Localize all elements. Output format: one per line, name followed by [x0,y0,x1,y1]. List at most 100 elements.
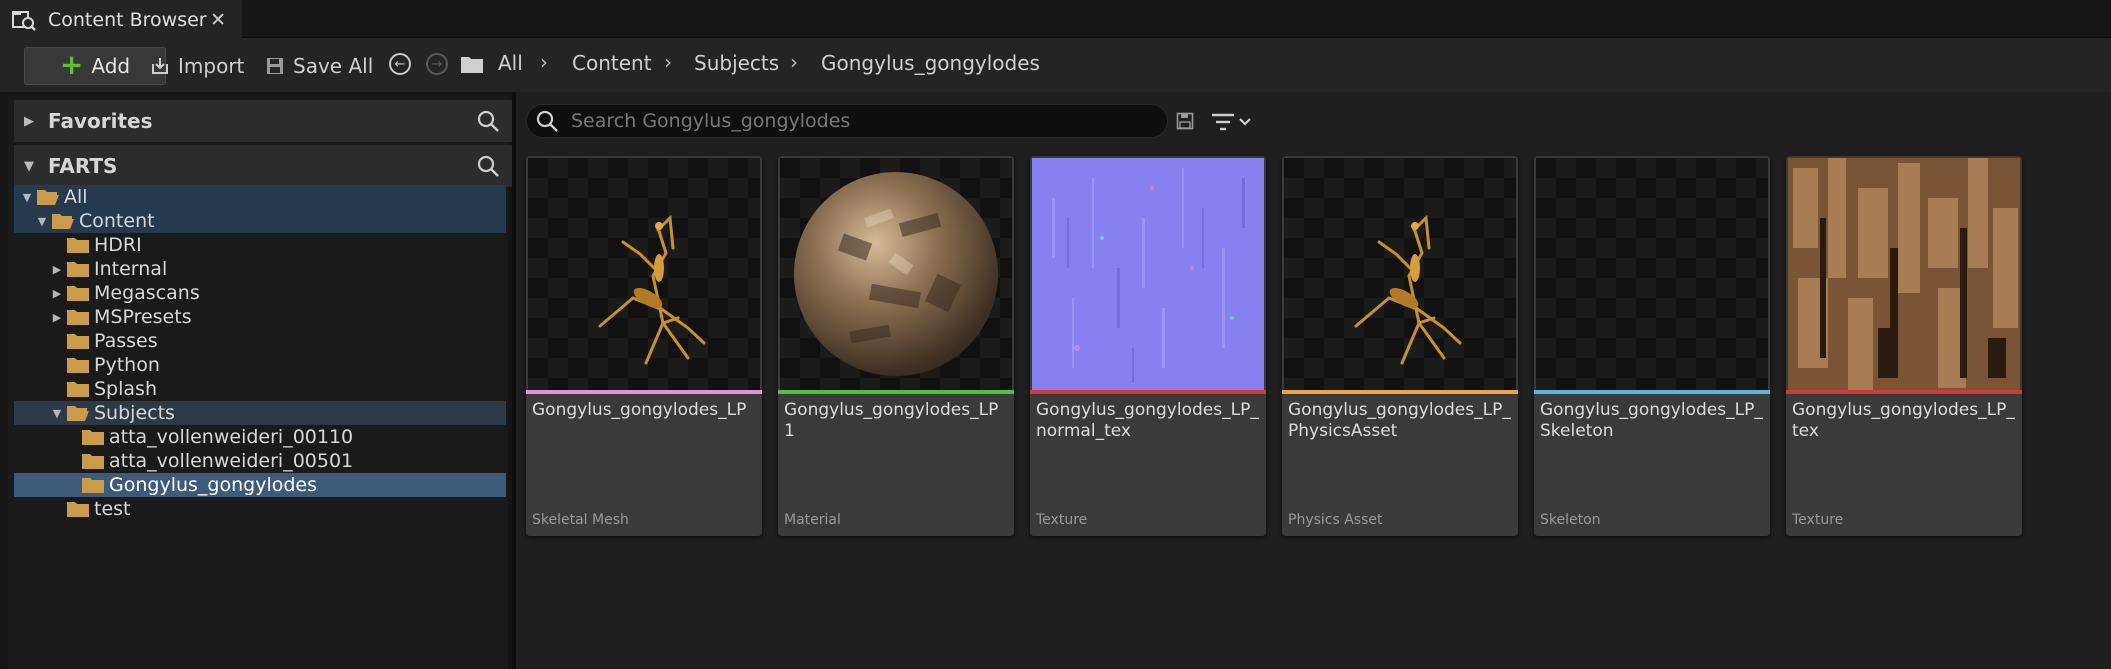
asset-type-color-strip [1534,390,1770,394]
asset-type: Texture [1792,512,1844,528]
asset-tile[interactable]: Gongylus_gongylodes_LP1 Material [778,156,1014,536]
chevron-right-icon: › [790,50,798,74]
tree-item-label: Megascans [94,282,200,304]
search-icon[interactable] [476,154,500,178]
search-icon [536,110,558,132]
caret-right-icon: ▶ [24,113,34,129]
tree-item[interactable]: ▼ Subjects [14,401,506,425]
folder-icon [67,502,89,517]
asset-tile[interactable]: Gongylus_gongylodes_LP_PhysicsAsset Physi… [1282,156,1518,536]
asset-tile[interactable]: Gongylus_gongylodes_LP_normal_tex Texture [1030,156,1266,536]
tree-item[interactable]: ▼ All [14,185,506,209]
caret-down-icon[interactable]: ▼ [48,407,66,420]
asset-name: Gongylus_gongylodes_LP_Skeleton [1540,400,1763,441]
tree-item[interactable]: ▶ Megascans [14,281,506,305]
tree-item[interactable]: Gongylus_gongylodes [14,473,506,497]
asset-name: Gongylus_gongylodes_LP1 [784,400,999,441]
caret-right-icon[interactable]: ▶ [48,263,66,276]
import-button-label: Import [178,54,245,78]
tree-item-label: MSPresets [94,306,192,328]
filter-icon[interactable] [1210,110,1256,134]
caret-right-icon[interactable]: ▶ [48,311,66,324]
tree-item[interactable]: ▶ MSPresets [14,305,506,329]
breadcrumb-all[interactable]: All [498,51,523,75]
search-icon[interactable] [476,109,500,133]
folder-open-icon [67,406,89,421]
asset-type: Skeletal Mesh [532,512,629,528]
tree-item[interactable]: Passes [14,329,506,353]
asset-name: Gongylus_gongylodes_LP_PhysicsAsset [1288,400,1511,441]
tree-item[interactable]: test [14,497,506,521]
tree-item[interactable]: atta_vollenweideri_00110 [14,425,506,449]
asset-type: Physics Asset [1288,512,1383,528]
mantis-thumbnail-icon [1354,214,1462,365]
caret-down-icon[interactable]: ▼ [33,215,51,228]
tree-item-label: Gongylus_gongylodes [109,474,317,496]
tree-item[interactable]: atta_vollenweideri_00501 [14,449,506,473]
tree-item-label: Internal [94,258,168,280]
folder-icon [67,358,89,373]
toolbar: + Add Import Save All ← → All › Content … [0,38,2111,92]
asset-type-color-strip [1282,390,1518,394]
caret-down-icon: ▼ [24,158,34,174]
arrow-right-icon: → [431,56,443,72]
save-search-icon[interactable] [1176,112,1194,130]
sources-panel: ▶ Favorites ▼ FARTS ▼ All ▼ Content HDRI ▶ Int… [8,96,514,669]
asset-type: Texture [1036,512,1088,528]
tab-bar: Content Browser ✕ [0,0,2111,38]
plus-icon: + [59,47,84,81]
asset-thumbnail [1284,158,1516,390]
tree-item[interactable]: ▼ Content [14,209,506,233]
breadcrumb-content[interactable]: Content [572,51,652,75]
asset-type-color-strip [778,390,1014,394]
asset-name: Gongylus_gongylodes_LP [532,400,747,420]
tree-item-label: Python [94,354,160,376]
caret-right-icon[interactable]: ▶ [48,287,66,300]
breadcrumb-subjects[interactable]: Subjects [694,51,779,75]
caret-down-icon[interactable]: ▼ [18,191,36,204]
favorites-header[interactable]: ▶ Favorites [14,100,514,142]
tree-item[interactable]: ▶ Internal [14,257,506,281]
asset-view: Gongylus_gongylodes_LPSkeletal MeshGongy… [516,92,2111,669]
folder-icon [67,310,89,325]
asset-type-color-strip [1030,390,1266,394]
texture-thumbnail-icon [1788,158,2020,390]
add-button[interactable]: + Add [24,47,166,85]
back-button[interactable]: ← [389,53,411,75]
save-all-button[interactable]: Save All [265,49,373,83]
folder-open-icon [52,214,74,229]
search-input[interactable] [569,109,1149,133]
add-button-label: Add [91,54,131,78]
tab-title: Content Browser [48,9,207,31]
tree-item[interactable]: HDRI [14,233,506,257]
content-browser-tab[interactable]: Content Browser ✕ [0,0,242,38]
asset-type: Skeleton [1540,512,1601,528]
tree-item[interactable]: Python [14,353,506,377]
chevron-right-icon: › [540,50,548,74]
tree-item[interactable]: Splash [14,377,506,401]
folder-icon [67,286,89,301]
asset-thumbnail [780,158,1012,390]
arrow-left-icon: ← [394,56,406,72]
asset-name: Gongylus_gongylodes_LP_tex [1792,400,2015,441]
breadcrumb-gongylus[interactable]: Gongylus_gongylodes [821,51,1040,75]
tree-item-label: Splash [94,378,157,400]
asset-tile[interactable]: Gongylus_gongylodes_LP_Skeleton Skeleton [1534,156,1770,536]
folder-icon [67,238,89,253]
tree-item-label: All [64,186,88,208]
asset-type-color-strip [1786,390,2022,394]
asset-tile[interactable]: Gongylus_gongylodes_LP Skeletal Mesh [526,156,762,536]
asset-tile[interactable]: Gongylus_gongylodes_LP_tex Texture [1786,156,2022,536]
folder-icon [82,478,104,493]
asset-type: Material [784,512,841,528]
forward-button[interactable]: → [426,53,448,75]
tree-item-label: Content [79,210,155,232]
favorites-label: Favorites [48,109,153,133]
tree-item-label: HDRI [94,234,142,256]
project-label: FARTS [48,154,118,178]
normal-map-icon [1032,158,1264,390]
asset-thumbnail [528,158,760,390]
close-tab-button[interactable]: ✕ [210,9,226,31]
project-header[interactable]: ▼ FARTS [14,145,514,187]
import-button[interactable]: Import [150,49,244,83]
